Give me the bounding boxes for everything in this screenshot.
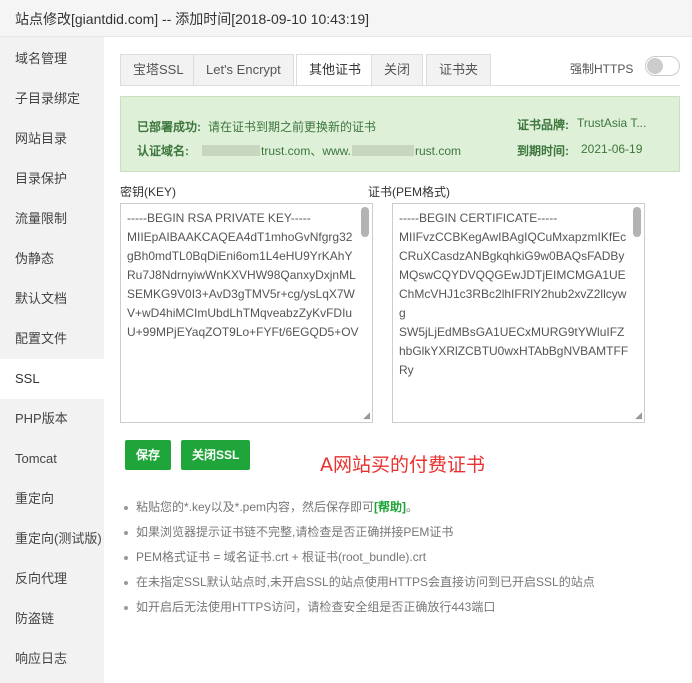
sidebar-item-ssl[interactable]: SSL [0,359,104,399]
tip-item: 如果浏览器提示证书链不完整,请检查是否正确拼接PEM证书 [120,524,680,549]
save-button[interactable]: 保存 [125,440,172,470]
resize-grip-icon[interactable]: ◢ [363,411,370,420]
deployed-label: 已部署成功: [137,120,201,134]
certificate-status-box: 已部署成功: 请在证书到期之前更换新的证书 认证域名: trust.com、ww… [120,96,680,172]
tab-close[interactable]: 关闭 [371,54,424,85]
tip-item: 粘贴您的*.key以及*.pem内容，然后保存即可[帮助]。 [120,499,680,524]
sidebar-item-redirect[interactable]: 重定向 [0,479,104,519]
tab-lets-encrypt[interactable]: Let's Encrypt [193,54,294,85]
scrollbar[interactable] [631,205,643,421]
sidebar-item-tomcat[interactable]: Tomcat [0,439,104,479]
redacted-text [202,145,260,156]
sidebar-item-default-document[interactable]: 默认文档 [0,279,104,319]
scrollbar-thumb[interactable] [361,207,369,237]
expiry-value: 2021-06-19 [581,142,643,156]
tab-certificate-folder[interactable]: 证书夹 [426,54,492,85]
key-label: 密钥(KEY) [120,185,177,199]
help-link[interactable]: [帮助] [374,500,406,514]
brand-label: 证书品牌: [517,118,569,132]
sidebar-item-config-file[interactable]: 配置文件 [0,319,104,359]
scrollbar-thumb[interactable] [633,207,641,237]
sidebar-item-domain-management[interactable]: 域名管理 [0,39,104,79]
sidebar-item-site-directory[interactable]: 网站目录 [0,119,104,159]
toggle-knob [647,58,663,74]
sidebar-item-reverse-proxy[interactable]: 反向代理 [0,559,104,599]
sidebar-item-directory-protection[interactable]: 目录保护 [0,159,104,199]
cert-label: 证书(PEM格式) [368,185,450,199]
cert-textarea[interactable]: -----BEGIN CERTIFICATE----- MIIFvzCCBKeg… [392,203,645,423]
tip-item: 在未指定SSL默认站点时,未开启SSL的站点使用HTTPS会直接访问到已开启SS… [120,574,680,599]
domain-value: trust.com、www. rust.com [201,142,461,159]
tip-item: 如开启后无法使用HTTPS访问，请检查安全组是否正确放行443端口 [120,599,680,624]
annotation-text: A网站买的付费证书 [320,454,485,476]
sidebar-item-traffic-limit[interactable]: 流量限制 [0,199,104,239]
key-content: -----BEGIN RSA PRIVATE KEY----- MIIEpAIB… [127,211,359,339]
brand-value: TrustAsia T... [577,116,647,130]
scrollbar[interactable] [359,205,371,421]
sidebar: 域名管理 子目录绑定 网站目录 目录保护 流量限制 伪静态 默认文档 配置文件 … [0,37,104,683]
sidebar-item-redirect-beta[interactable]: 重定向(测试版) [0,519,104,559]
tab-baota-ssl[interactable]: 宝塔SSL [120,54,197,85]
tab-divider [120,85,680,86]
force-https-toggle[interactable] [645,56,680,76]
domain-part-2: rust.com [415,144,462,158]
key-textarea[interactable]: -----BEGIN RSA PRIVATE KEY----- MIIEpAIB… [120,203,373,423]
ssl-panel: 宝塔SSL Let's Encrypt 其他证书 关闭 证书夹 强制HTTPS … [104,37,692,683]
close-ssl-button[interactable]: 关闭SSL [181,440,251,470]
sidebar-item-subdirectory-binding[interactable]: 子目录绑定 [0,79,104,119]
resize-grip-icon[interactable]: ◢ [635,411,642,420]
window-title: 站点修改[giantdid.com] -- 添加时间[2018-09-10 10… [15,11,370,27]
tip-text: 粘贴您的*.key以及*.pem内容，然后保存即可 [136,500,375,514]
domain-part-1: trust.com、www. [261,144,352,158]
sidebar-item-rewrite[interactable]: 伪静态 [0,239,104,279]
sidebar-item-response-log[interactable]: 响应日志 [0,639,104,679]
tip-item: PEM格式证书 = 域名证书.crt + 根证书(root_bundle).cr… [120,549,680,574]
domain-label: 认证域名: [137,144,189,158]
expiry-label: 到期时间: [517,144,569,158]
redacted-text [352,145,415,156]
tip-text-end: 。 [406,500,419,514]
sidebar-item-hotlink-protection[interactable]: 防盗链 [0,599,104,639]
force-https-label: 强制HTTPS [570,62,634,76]
sidebar-item-php-version[interactable]: PHP版本 [0,399,104,439]
tips-list: 粘贴您的*.key以及*.pem内容，然后保存即可[帮助]。 如果浏览器提示证书… [120,499,680,624]
tab-other-certificate[interactable]: 其他证书 [296,54,375,86]
cert-content: -----BEGIN CERTIFICATE----- MIIFvzCCBKeg… [399,211,629,377]
deployed-message: 请在证书到期之前更换新的证书 [208,120,377,134]
title-bar: 站点修改[giantdid.com] -- 添加时间[2018-09-10 10… [0,0,692,37]
